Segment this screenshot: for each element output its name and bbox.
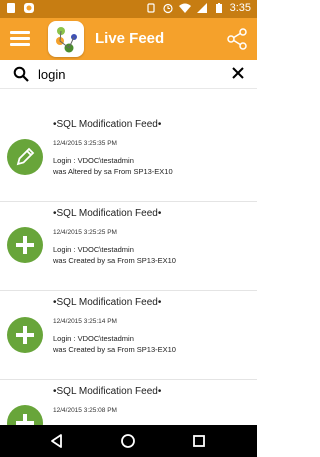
feed-item-time: 12/4/2015 3:25:35 PM — [53, 140, 117, 147]
plus-icon — [16, 326, 34, 344]
feed-item-icon — [7, 227, 43, 263]
wifi-icon — [178, 3, 191, 13]
feed-item-title: •SQL Modification Feed• — [53, 208, 162, 219]
feed-item-detail: was Created by sa From SP13-EX10 — [53, 256, 176, 265]
search-icon — [13, 66, 29, 82]
feed-item-icon — [7, 139, 43, 175]
plus-icon — [16, 414, 34, 425]
navigation-bar — [0, 425, 257, 457]
list-item[interactable]: •SQL Modification Feed• 12/4/2015 3:25:0… — [0, 380, 257, 425]
feed-item-icon — [7, 317, 43, 353]
plus-icon — [16, 236, 34, 254]
feed-item-detail: was Created by sa From SP13-EX10 — [53, 345, 176, 354]
list-item[interactable]: •SQL Modification Feed• 12/4/2015 3:25:1… — [0, 291, 257, 380]
sim-icon — [7, 3, 15, 13]
feed-item-icon — [7, 405, 43, 425]
feed-item-time: 12/4/2015 3:25:08 PM — [53, 407, 117, 414]
list-item[interactable]: •SQL Modification Feed• 12/4/2015 3:25:3… — [0, 113, 257, 202]
alarm-icon — [162, 3, 173, 14]
feed-item-time: 12/4/2015 3:25:14 PM — [53, 318, 117, 325]
feed-item-title: •SQL Modification Feed• — [53, 297, 162, 308]
vibrate-icon — [146, 3, 155, 13]
app-bar: Live Feed — [0, 18, 257, 60]
app-logo — [48, 21, 84, 57]
status-time: 3:35 — [229, 2, 251, 14]
search-bar — [0, 60, 257, 89]
battery-icon — [215, 3, 222, 13]
feed-list: •SQL Modification Feed• 12/4/2015 3:25:3… — [0, 89, 257, 425]
edit-icon — [16, 147, 35, 166]
feed-item-detail: Login : VDOC\testadmin — [53, 245, 134, 254]
signal-icon — [196, 3, 207, 13]
feed-item-title: •SQL Modification Feed• — [53, 119, 162, 130]
close-icon[interactable] — [231, 66, 245, 80]
page-title: Live Feed — [95, 30, 165, 47]
recents-icon[interactable] — [190, 432, 208, 450]
home-icon[interactable] — [119, 432, 137, 450]
status-bar: 3:35 — [0, 0, 257, 18]
feed-item-title: •SQL Modification Feed• — [53, 386, 162, 397]
list-item[interactable]: •SQL Modification Feed• 12/4/2015 3:25:2… — [0, 202, 257, 291]
feed-item-detail: Login : VDOC\testadmin — [53, 334, 134, 343]
back-icon[interactable] — [48, 432, 66, 450]
share-icon[interactable] — [226, 28, 248, 50]
feed-item-detail: Login : VDOC\testadmin — [53, 156, 134, 165]
feed-item-time: 12/4/2015 3:25:25 PM — [53, 229, 117, 236]
feed-item-detail: was Altered by sa From SP13-EX10 — [53, 167, 173, 176]
hamburger-menu-icon[interactable] — [10, 31, 30, 47]
search-input[interactable] — [38, 64, 218, 84]
app-notification-icon — [24, 3, 34, 13]
